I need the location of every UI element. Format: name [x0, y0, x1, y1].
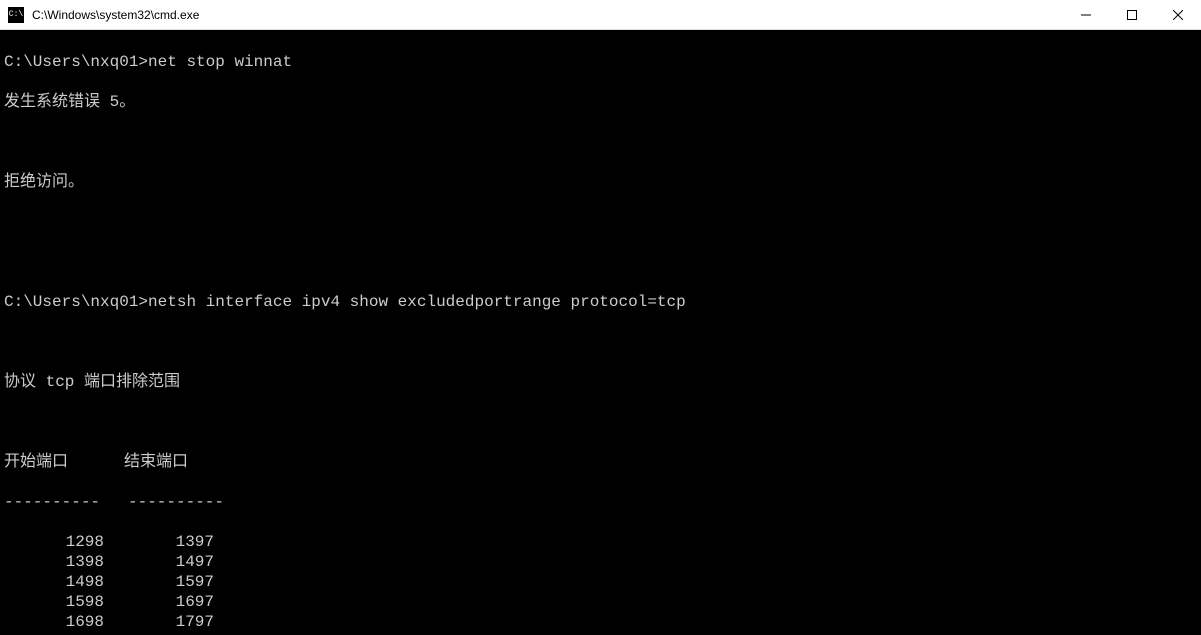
cell-end: 1797	[104, 612, 214, 632]
cell-end: 1697	[104, 592, 214, 612]
window-title: C:\Windows\system32\cmd.exe	[32, 8, 1063, 22]
cell-mark	[214, 612, 284, 632]
table-body: 1298139713981497149815971598169716981797…	[4, 532, 1197, 635]
blank-line	[4, 212, 1197, 232]
col-header-end: 结束端口	[74, 452, 184, 472]
prompt: C:\Users\nxq01>	[4, 293, 148, 311]
window-controls	[1063, 0, 1201, 29]
blank-line	[4, 332, 1197, 352]
col-header-start: 开始端口	[4, 452, 74, 472]
prompt: C:\Users\nxq01>	[4, 53, 148, 71]
terminal-output[interactable]: C:\Users\nxq01>net stop winnat 发生系统错误 5。…	[0, 30, 1201, 635]
command-text: net stop winnat	[148, 53, 292, 71]
command-line-2: C:\Users\nxq01>netsh interface ipv4 show…	[4, 292, 1197, 312]
cell-mark	[214, 592, 284, 612]
table-row: 12981397	[4, 532, 1197, 552]
cell-mark	[214, 552, 284, 572]
table-headers: 开始端口结束端口	[4, 452, 1197, 472]
error-line: 发生系统错误 5。	[4, 92, 1197, 112]
table-row: 14981597	[4, 572, 1197, 592]
cell-start: 1298	[4, 532, 104, 552]
blank-line	[4, 412, 1197, 432]
error-line: 拒绝访问。	[4, 172, 1197, 192]
minimize-button[interactable]	[1063, 0, 1109, 29]
table-row: 16981797	[4, 612, 1197, 632]
titlebar[interactable]: C:\Windows\system32\cmd.exe	[0, 0, 1201, 30]
table-row: 15981697	[4, 592, 1197, 612]
cell-end: 1597	[104, 572, 214, 592]
blank-line	[4, 132, 1197, 152]
maximize-button[interactable]	[1109, 0, 1155, 29]
cmd-icon	[8, 7, 24, 23]
cell-start: 1498	[4, 572, 104, 592]
table-row: 13981497	[4, 552, 1197, 572]
table-separator: --------------------	[4, 492, 1197, 512]
command-line-1: C:\Users\nxq01>net stop winnat	[4, 52, 1197, 72]
blank-line	[4, 252, 1197, 272]
command-text: netsh interface ipv4 show excludedportra…	[148, 293, 686, 311]
close-button[interactable]	[1155, 0, 1201, 29]
cell-start: 1398	[4, 552, 104, 572]
sep-end: ----------	[104, 492, 224, 512]
section-header: 协议 tcp 端口排除范围	[4, 372, 1197, 392]
cell-end: 1497	[104, 552, 214, 572]
cell-end: 1397	[104, 532, 214, 552]
cell-start: 1598	[4, 592, 104, 612]
cell-mark	[214, 572, 284, 592]
cell-mark	[214, 532, 284, 552]
cell-start: 1698	[4, 612, 104, 632]
sep-start: ----------	[4, 492, 104, 512]
